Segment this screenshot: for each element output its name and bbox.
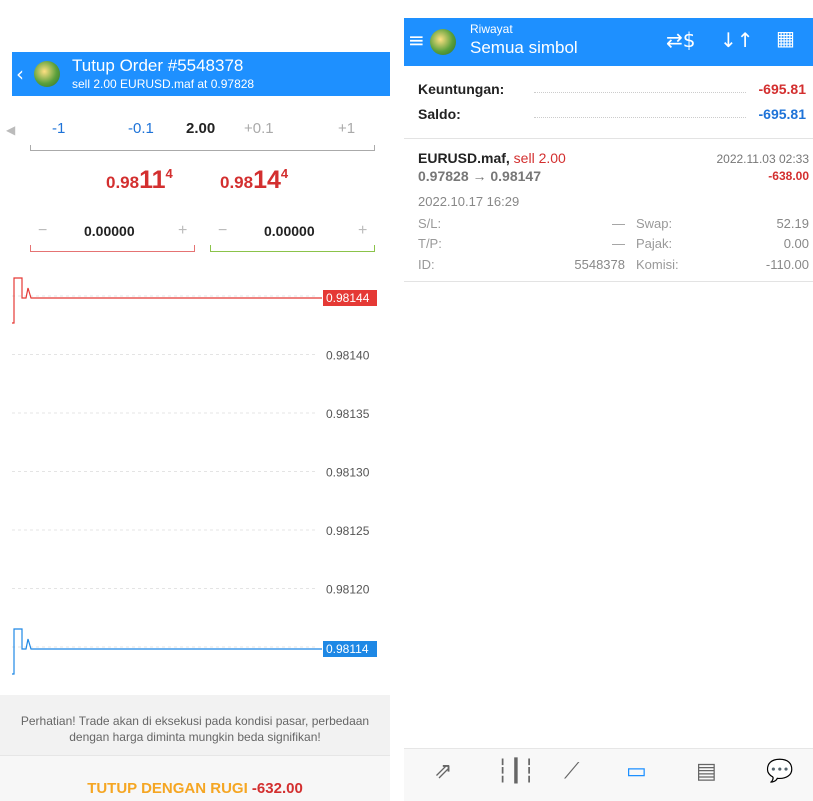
- close-order-screen: ‹ Tutup Order #5548378 sell 2.00 EURUSD.…: [0, 0, 390, 801]
- deal-tax-label: Pajak:: [636, 236, 673, 251]
- history-small-title: Riwayat: [470, 22, 513, 36]
- price-level-label: 0.98125: [326, 524, 370, 538]
- volume-stepper: ◀ -1 -0.1 2.00 +0.1 +1: [0, 116, 390, 146]
- stop-loss-input[interactable]: 0.00000: [84, 223, 135, 239]
- ask-price-line: [12, 277, 322, 324]
- deal-open-time: 2022.10.17 16:29: [418, 194, 520, 209]
- news-icon[interactable]: ▤: [696, 759, 717, 784]
- price-level-label: 0.98140: [326, 349, 370, 363]
- volume-value[interactable]: 2.00: [186, 120, 215, 137]
- volume-plus-01-button[interactable]: +0.1: [244, 120, 274, 137]
- bid-price-label: 0.98114: [326, 642, 369, 656]
- volume-plus-1-button[interactable]: +1: [338, 120, 355, 137]
- ask-price-label: 0.98144: [326, 291, 370, 305]
- close-order-header: ‹ Tutup Order #5548378 sell 2.00 EURUSD.…: [12, 52, 390, 96]
- close-with-loss-button[interactable]: TUTUP DENGAN RUGI -632.00: [0, 755, 390, 801]
- deal-tp-label: T/P:: [418, 236, 442, 251]
- app-logo-icon: [430, 29, 456, 55]
- deal-close-time: 2022.11.03 02:33: [716, 152, 809, 166]
- order-title: Tutup Order #5548378: [72, 56, 244, 75]
- order-subtitle: sell 2.00 EURUSD.maf at 0.97828: [72, 77, 255, 91]
- sort-icon[interactable]: ↓↑: [720, 28, 754, 52]
- deal-swap-value: 52.19: [776, 216, 809, 231]
- stop-loss-minus-button[interactable]: −: [38, 222, 47, 240]
- stop-loss-stepper: − 0.00000 +: [30, 220, 195, 252]
- currency-exchange-icon[interactable]: ⇄$: [666, 28, 695, 52]
- price-level-label: 0.98120: [326, 583, 370, 597]
- history-header: ≡ Riwayat Semua simbol ⇄$ ↓↑ ▦: [404, 18, 813, 66]
- take-profit-minus-button[interactable]: −: [218, 222, 227, 240]
- chat-icon[interactable]: 💬: [766, 759, 793, 784]
- deal-commission-value: -110.00: [765, 257, 809, 272]
- bid-price-fraction: 4: [165, 165, 173, 181]
- execution-warning: Perhatian! Trade akan di eksekusi pada k…: [0, 695, 390, 755]
- balance-value: -695.81: [758, 106, 806, 122]
- deal-tax-value: 0.00: [783, 236, 809, 251]
- bid-price-pips: 11: [139, 166, 166, 194]
- ask-price: 0.98144: [220, 166, 288, 195]
- deal-id-value: 5548378: [574, 257, 625, 272]
- take-profit-stepper: − 0.00000 +: [210, 220, 375, 252]
- deal-swap-label: Swap:: [636, 216, 673, 231]
- deal-symbol: EURUSD.maf, sell 2.00: [418, 150, 566, 166]
- deal-commission-label: Komisi:: [636, 257, 679, 272]
- ask-price-prefix: 0.98: [220, 173, 254, 192]
- app-logo-icon: [34, 61, 60, 87]
- ask-price-pips: 14: [253, 166, 281, 194]
- stop-loss-plus-button[interactable]: +: [178, 222, 187, 240]
- ask-price-fraction: 4: [280, 165, 289, 181]
- close-button-label: TUTUP DENGAN RUGI: [87, 780, 248, 797]
- quotes-icon[interactable]: ⇗: [434, 759, 452, 784]
- balance-summary-row: Saldo: -695.81: [418, 106, 808, 128]
- price-level-label: 0.98130: [326, 466, 370, 480]
- trade-icon[interactable]: ⟋: [564, 759, 579, 784]
- tick-chart: 0.981450.981400.981350.981300.981250.981…: [12, 277, 377, 675]
- deal-prices: 0.97828 → 0.98147: [418, 168, 541, 184]
- bid-price: 0.98114: [106, 166, 173, 195]
- profit-value: -695.81: [758, 81, 806, 97]
- dotted-leader: [534, 92, 746, 93]
- close-button-value: -632.00: [251, 780, 303, 797]
- deal-symbol-name: EURUSD.maf,: [418, 150, 510, 166]
- bottom-navigation: ⇗ ┆┃┆ ⟋ ▭ ▤ 💬: [404, 748, 813, 801]
- balance-label: Saldo:: [418, 106, 467, 122]
- deal-side: sell 2.00: [509, 150, 566, 166]
- deal-sl-label: S/L:: [418, 216, 442, 231]
- take-profit-plus-button[interactable]: +: [358, 222, 367, 240]
- menu-icon[interactable]: ≡: [408, 28, 425, 52]
- take-profit-input[interactable]: 0.00000: [264, 223, 315, 239]
- deal-list-item[interactable]: EURUSD.maf, sell 2.00 2022.11.03 02:33 0…: [404, 140, 813, 282]
- deal-profit: -638.00: [768, 169, 809, 183]
- volume-minus-1-button[interactable]: -1: [52, 120, 65, 137]
- profit-label: Keuntungan:: [418, 81, 511, 97]
- chart-icon[interactable]: ┆┃┆: [496, 759, 536, 784]
- deal-tp-value: —: [612, 236, 625, 251]
- volume-left-arrow-icon[interactable]: ◀: [6, 123, 15, 137]
- deal-id-label: ID:: [418, 257, 435, 272]
- history-title[interactable]: Semua simbol: [470, 38, 578, 58]
- price-level-label: 0.98135: [326, 407, 370, 421]
- history-screen: ≡ Riwayat Semua simbol ⇄$ ↓↑ ▦ Keuntunga…: [404, 0, 813, 801]
- volume-underline: [30, 145, 375, 151]
- divider: [404, 138, 813, 139]
- calendar-icon[interactable]: ▦: [776, 26, 795, 50]
- bid-price-prefix: 0.98: [106, 173, 140, 192]
- bid-price-line: [12, 628, 322, 675]
- back-arrow-icon[interactable]: ‹: [16, 62, 24, 86]
- dotted-leader: [534, 117, 746, 118]
- deal-sl-value: —: [612, 216, 625, 231]
- volume-minus-01-button[interactable]: -0.1: [128, 120, 154, 137]
- history-icon[interactable]: ▭: [626, 759, 647, 784]
- profit-summary-row: Keuntungan: -695.81: [418, 81, 808, 103]
